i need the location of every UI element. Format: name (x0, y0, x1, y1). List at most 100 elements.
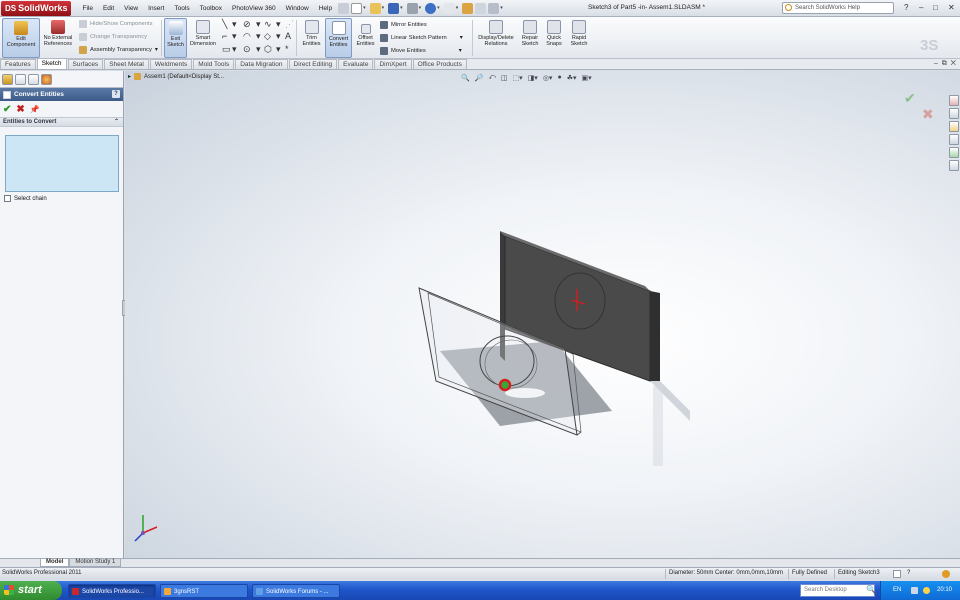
close-button[interactable]: ✕ (948, 3, 955, 12)
zoom-to-fit-icon[interactable]: 🔍 (461, 74, 470, 82)
edit-appearance-icon[interactable]: ● (557, 74, 561, 82)
solidworks-logo[interactable]: DS SolidWorks (1, 0, 72, 16)
change-transparency-button[interactable]: Change Transparency (79, 33, 147, 41)
menu-photoview[interactable]: PhotoView 360 (227, 5, 281, 12)
fillet-tool-icon[interactable]: ⌐ (222, 31, 227, 41)
taskbar-item-browser[interactable]: SolidWorks Forums - ... (252, 584, 340, 598)
quick-snaps-button[interactable]: Quick Snaps (543, 18, 565, 58)
circle-dropdown-icon[interactable]: ▾ (256, 19, 261, 30)
doc-minimize-icon[interactable]: – (934, 60, 938, 67)
tab-evaluate[interactable]: Evaluate (338, 59, 374, 69)
tab-direct-editing[interactable]: Direct Editing (288, 59, 338, 69)
language-indicator[interactable]: EN (893, 587, 901, 593)
tab-dimxpert[interactable]: DimXpert (374, 59, 412, 69)
notification-icon[interactable] (942, 570, 950, 578)
menu-window[interactable]: Window (281, 5, 314, 12)
tab-sketch[interactable]: Sketch (36, 58, 67, 69)
previous-view-icon[interactable]: ⤺ (488, 74, 495, 82)
entities-to-convert-header[interactable]: Entities to Convert ⌃ (0, 117, 123, 127)
ok-checkmark-icon[interactable]: ✔ (3, 104, 11, 115)
doc-restore-icon[interactable]: ⧉ (942, 60, 947, 67)
tab-motion-study-1[interactable]: Motion Study 1 (69, 559, 122, 567)
help-question-button[interactable]: ? (904, 3, 908, 12)
section-view-icon[interactable]: ◫ (501, 74, 508, 82)
feature-manager-tab-icon[interactable] (2, 73, 13, 85)
convert-entities-button[interactable]: Convert Entities (325, 18, 352, 58)
minimize-button[interactable]: – (919, 3, 923, 12)
arc-tool-icon[interactable]: ◠ (243, 31, 251, 42)
rebuild-status-icon[interactable] (893, 570, 901, 578)
options-icon[interactable] (488, 2, 500, 14)
new-document-icon[interactable] (351, 2, 363, 14)
3d-scene[interactable] (125, 71, 960, 558)
rectangle-dropdown-icon[interactable]: ▾ (232, 44, 237, 55)
configuration-manager-tab-icon[interactable] (28, 73, 39, 85)
edit-component-button[interactable]: Edit Component (2, 18, 40, 58)
exit-sketch-button[interactable]: Exit Sketch (164, 18, 187, 58)
display-manager-tab-icon[interactable] (41, 73, 52, 85)
file-properties-icon[interactable] (475, 2, 487, 14)
tab-weldments[interactable]: Weldments (149, 59, 193, 69)
menu-toolbox[interactable]: Toolbox (195, 5, 227, 12)
open-folder-icon[interactable] (369, 2, 381, 14)
hide-show-components-button[interactable]: Hide/Show Components (79, 20, 153, 28)
linear-sketch-pattern-button[interactable]: Linear Sketch Pattern ▾ (380, 34, 463, 42)
help-search-input[interactable]: Search SolidWorks Help (782, 2, 894, 14)
expand-arrow-icon[interactable]: ▸ (128, 73, 131, 80)
hide-show-items-icon[interactable]: ◎▾ (543, 74, 553, 82)
select-arrow-icon[interactable] (443, 2, 455, 14)
repair-sketch-button[interactable]: Repair Sketch (519, 18, 541, 58)
apply-scene-icon[interactable]: ☘▾ (567, 74, 577, 82)
file-explorer-icon[interactable] (949, 121, 959, 132)
tab-data-migration[interactable]: Data Migration (235, 59, 288, 69)
rebuild-icon[interactable] (462, 2, 474, 14)
no-external-references-button[interactable]: No External References (41, 18, 75, 58)
property-manager-tab-icon[interactable] (15, 73, 26, 85)
select-chain-checkbox[interactable] (4, 195, 11, 202)
undo-icon[interactable] (425, 2, 437, 14)
taskbar-item-solidworks[interactable]: SolidWorks Professio... (68, 584, 156, 598)
maximize-button[interactable]: □ (933, 3, 938, 12)
rapid-sketch-button[interactable]: Rapid Sketch (567, 18, 591, 58)
network-icon[interactable] (911, 587, 918, 594)
point-tool-icon[interactable]: * (285, 44, 289, 54)
custom-properties-icon[interactable] (949, 160, 959, 171)
desktop-search-input[interactable]: Search Desktop (800, 584, 875, 597)
menu-help[interactable]: Help (314, 5, 337, 12)
cursor-selection-marker-icon[interactable] (498, 378, 512, 392)
tab-sheet-metal[interactable]: Sheet Metal (104, 59, 149, 69)
menu-edit[interactable]: Edit (98, 5, 119, 12)
feature-tree-flyout[interactable]: ▸ Assem1 (Default<Display St... (128, 73, 224, 80)
line-dropdown-icon[interactable]: ▾ (232, 19, 237, 30)
print-icon[interactable] (406, 2, 418, 14)
polygon-tool-icon[interactable]: ⬡ (264, 44, 272, 55)
tab-model[interactable]: Model (40, 559, 70, 567)
arc-dropdown-icon[interactable]: ▾ (256, 31, 261, 42)
cancel-x-icon[interactable]: ✖ (16, 104, 24, 115)
confirmation-corner-cancel-icon[interactable]: ✖ (922, 106, 934, 123)
doc-close-icon[interactable]: ✕ (951, 60, 956, 67)
slot-dropdown-icon[interactable]: ▾ (256, 44, 261, 55)
menu-insert[interactable]: Insert (143, 5, 169, 12)
graphics-area[interactable]: ▸ Assem1 (Default<Display St... 🔍 🔎 ⤺ ◫ … (125, 71, 960, 558)
polygon-dropdown-icon[interactable]: ▾ (276, 44, 281, 55)
display-delete-relations-button[interactable]: Display/Delete Relations (475, 18, 517, 58)
spline-dropdown-icon[interactable]: ▾ (276, 19, 281, 30)
pin-menu-icon[interactable] (338, 2, 350, 14)
slot-tool-icon[interactable]: ⊙ (243, 44, 251, 55)
solidworks-resources-icon[interactable] (949, 95, 959, 106)
volume-icon[interactable] (923, 587, 930, 594)
entities-selection-box[interactable] (5, 135, 119, 192)
zoom-area-icon[interactable]: 🔎 (475, 74, 484, 82)
status-help-button[interactable]: ? (907, 570, 910, 576)
view-orientation-icon[interactable]: ⬚▾ (513, 74, 523, 82)
display-style-icon[interactable]: ◨▾ (528, 74, 538, 82)
tab-office-products[interactable]: Office Products (412, 59, 467, 69)
tab-features[interactable]: Features (0, 59, 36, 69)
plane-tool-icon[interactable]: ◇ (264, 31, 271, 42)
menu-file[interactable]: File (77, 5, 97, 12)
help-icon[interactable]: ? (112, 90, 120, 98)
fillet-dropdown-icon[interactable]: ▾ (232, 31, 237, 42)
menu-tools[interactable]: Tools (169, 5, 194, 12)
trim-entities-button[interactable]: Trim Entities (299, 18, 324, 58)
